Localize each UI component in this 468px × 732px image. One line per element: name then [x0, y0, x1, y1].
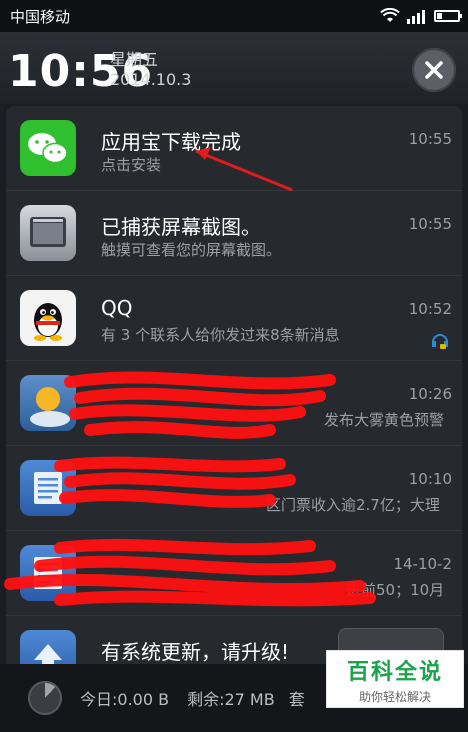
update-icon: [20, 630, 76, 664]
notification-subtitle: 点击安装: [101, 156, 162, 174]
battery-icon: [434, 10, 462, 22]
notification-subtitle: 进前50；10月: [346, 581, 445, 599]
headset-icon: [432, 334, 448, 349]
notification-list: 应用宝下载完成 点击安装 10:55 已捕获屏幕截图。 触摸可查看您的屏幕截图。…: [6, 106, 462, 664]
notification-title: 已捕获屏幕截图。: [101, 215, 261, 239]
notification-title: QQ: [101, 296, 133, 320]
status-bar: 中国移动: [0, 0, 468, 32]
watermark-subtitle: 助你轻松解决: [358, 689, 431, 704]
today-usage-label: 今日:0.00 B: [80, 690, 170, 709]
notification-item[interactable]: 进前50；10月 14-10-2: [6, 531, 462, 616]
news-icon: [20, 460, 76, 516]
notification-item[interactable]: QQ 有 3 个联系人给你发过来8条新消息 10:52: [6, 276, 462, 361]
notification-time: 10:26: [408, 385, 452, 403]
notification-time: 10:55: [408, 130, 452, 148]
notification-title: 应用宝下载完成: [101, 130, 241, 154]
screenshot-icon: [20, 205, 76, 261]
notification-item[interactable]: 已捕获屏幕截图。 触摸可查看您的屏幕截图。 10:55: [6, 191, 462, 276]
notification-time: 10:55: [408, 215, 452, 233]
date-label: 2014.10.3: [110, 70, 192, 89]
watermark-logo: 百科全说 助你轻松解决: [326, 650, 464, 708]
carrier-label: 中国移动: [10, 7, 71, 26]
notification-item[interactable]: 区门票收入逾2.7亿；大理 10:10: [6, 446, 462, 531]
close-button[interactable]: [412, 48, 456, 92]
signal-icon: [407, 10, 425, 24]
notification-subtitle: 触摸可查看您的屏幕截图。: [101, 241, 282, 259]
close-icon: [425, 61, 443, 79]
notification-title: 有系统更新，请升级!: [101, 640, 290, 664]
qq-icon: [20, 290, 76, 346]
wechat-icon: [20, 120, 76, 176]
notification-subtitle: 区门票收入逾2.7亿；大理: [266, 496, 440, 514]
notification-item[interactable]: 应用宝下载完成 点击安装 10:55: [6, 106, 462, 191]
watermark-title: 百科全说: [346, 659, 443, 685]
notification-subtitle: 发布大雾黄色预警: [324, 411, 445, 429]
weather-icon: [20, 375, 76, 431]
notification-time: 14-10-2: [393, 555, 452, 573]
notification-item[interactable]: 发布大雾黄色预警 10:26: [6, 361, 462, 446]
data-usage-pie-icon: [28, 681, 62, 715]
weekday-label: 星期五: [110, 50, 159, 69]
notification-subtitle: 有 3 个联系人给你发过来8条新消息: [101, 326, 340, 344]
notification-time: 10:10: [408, 470, 452, 488]
notification-time: 10:52: [408, 300, 452, 318]
remaining-data-label: 剩余:27 MB: [187, 690, 275, 709]
notification-header: 10:56 星期五 2014.10.3: [0, 32, 468, 104]
status-icons: [380, 8, 462, 24]
wifi-icon: [380, 8, 400, 22]
news-icon: [20, 545, 76, 601]
package-label: 套: [288, 690, 305, 709]
